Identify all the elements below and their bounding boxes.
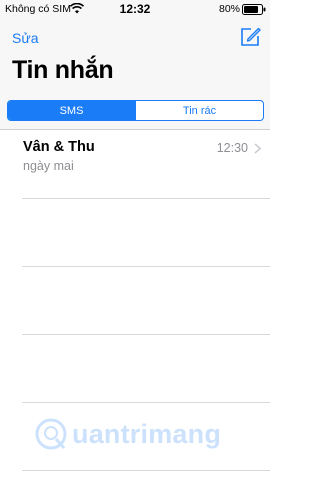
- conversation-preview: ngày mai: [23, 159, 74, 173]
- empty-row: [22, 335, 270, 403]
- conversation-time: 12:30: [216, 141, 248, 155]
- compose-icon[interactable]: [239, 26, 261, 48]
- watermark-logo-icon: [35, 418, 67, 450]
- segment-sms[interactable]: SMS: [8, 101, 135, 120]
- watermark: uantrimang: [34, 413, 254, 455]
- segment-spam[interactable]: Tin rác: [135, 101, 263, 120]
- empty-row: [22, 199, 270, 267]
- navigation-header: Sửa Tin nhắn SMS Tin rác: [0, 18, 270, 130]
- edit-button[interactable]: Sửa: [12, 30, 39, 46]
- conversation-row[interactable]: Vân & Thu ngày mai 12:30: [22, 131, 270, 199]
- watermark-text: uantrimang: [72, 418, 222, 449]
- battery-percent: 80%: [218, 3, 240, 15]
- empty-row: [22, 267, 270, 335]
- status-bar: Không có SIM 12:32 80%: [0, 0, 270, 18]
- battery-icon: [242, 4, 266, 15]
- chevron-right-icon: [254, 143, 261, 154]
- segmented-control: SMS Tin rác: [7, 100, 264, 121]
- page-title: Tin nhắn: [12, 56, 114, 84]
- conversation-name: Vân & Thu: [23, 139, 95, 155]
